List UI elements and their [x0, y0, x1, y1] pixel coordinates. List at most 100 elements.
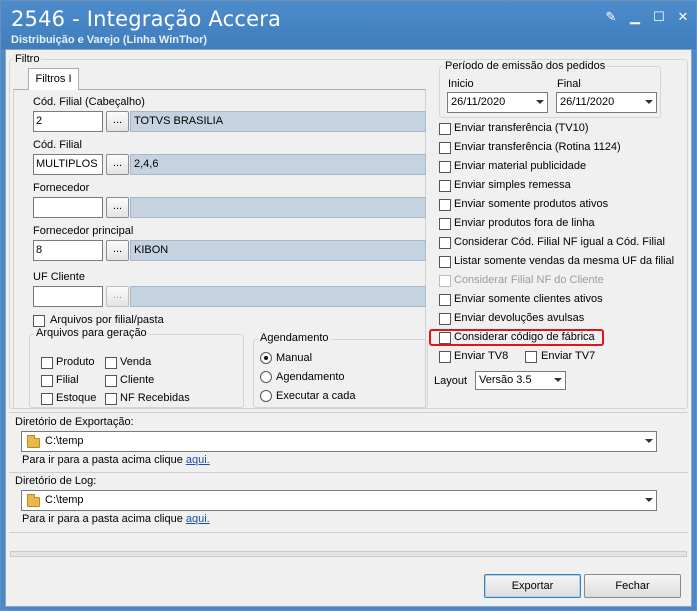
- fornecedor-principal-description: KIBON: [130, 240, 426, 261]
- option-checkbox[interactable]: [439, 218, 451, 230]
- produto-label: Produto: [56, 356, 95, 368]
- option-checkbox[interactable]: [439, 237, 451, 249]
- option-checkbox[interactable]: [439, 123, 451, 135]
- uf-cliente-input[interactable]: [33, 286, 103, 307]
- agendamento-option-label: Agendamento: [276, 371, 345, 383]
- cod-filial-label: Cód. Filial: [33, 139, 82, 151]
- option-label: Enviar transferência (TV10): [454, 122, 589, 134]
- venda-label: Venda: [120, 356, 152, 368]
- final-date-value: 26/11/2020: [560, 96, 615, 108]
- option-checkbox[interactable]: [439, 313, 451, 325]
- export-dir-select[interactable]: C:\temp: [21, 431, 657, 452]
- fornecedor-label: Fornecedor: [33, 182, 90, 194]
- export-dir-hint: Para ir para a pasta acima clique aqui.: [22, 454, 210, 466]
- app-window: 2546 - Integração Accera Distribuição e …: [0, 0, 697, 611]
- divider: [9, 412, 688, 413]
- log-dir-hint-text: Para ir para a pasta acima clique: [22, 513, 183, 525]
- option-checkbox[interactable]: [439, 199, 451, 211]
- fornecedor-lookup-button[interactable]: ...: [106, 197, 129, 218]
- export-dir-label: Diretório de Exportação:: [15, 416, 134, 428]
- fornecedor-principal-input[interactable]: 8: [33, 240, 103, 261]
- arquivos-por-filial-checkbox[interactable]: [33, 315, 45, 327]
- filial-checkbox[interactable]: [41, 375, 53, 387]
- log-dir-hint: Para ir para a pasta acima clique aqui.: [22, 513, 210, 525]
- arquivos-geracao-legend: Arquivos para geração: [34, 327, 149, 339]
- exportar-button[interactable]: Exportar: [484, 574, 581, 598]
- manual-label: Manual: [276, 352, 313, 364]
- option-label: Enviar transferência (Rotina 1124): [454, 141, 621, 153]
- fechar-button[interactable]: Fechar: [584, 574, 681, 598]
- radio-agendamento[interactable]: [260, 371, 272, 383]
- minimize-button[interactable]: ▁: [625, 9, 645, 25]
- option-checkbox[interactable]: [439, 142, 451, 154]
- export-dir-path: C:\temp: [45, 435, 84, 447]
- option-label: Enviar produtos fora de linha: [454, 217, 595, 229]
- tab-filtros-i[interactable]: Filtros I: [28, 68, 79, 90]
- chevron-down-icon: [645, 439, 653, 443]
- window-title: 2546 - Integração Accera: [11, 7, 282, 31]
- option-checkbox[interactable]: [439, 294, 451, 306]
- export-dir-link[interactable]: aqui.: [186, 454, 210, 466]
- divider: [9, 532, 688, 533]
- filtro-legend: Filtro: [13, 53, 42, 65]
- final-date-picker[interactable]: 26/11/2020: [556, 92, 657, 113]
- divider: [9, 472, 688, 473]
- radio-executar-a-cada[interactable]: [260, 390, 272, 402]
- cod-filial-cab-description: TOTVS BRASILIA: [130, 111, 426, 132]
- cod-filial-input[interactable]: MULTIPLOS: [33, 154, 103, 175]
- fornecedor-input[interactable]: [33, 197, 103, 218]
- folder-icon: [27, 435, 40, 448]
- option-checkbox[interactable]: [439, 275, 451, 287]
- fornecedor-description: [130, 197, 426, 218]
- close-button[interactable]: ✕: [673, 9, 693, 25]
- inicio-date-picker[interactable]: 26/11/2020: [447, 92, 548, 113]
- uf-cliente-description: [130, 286, 426, 307]
- inicio-label: Inicio: [448, 78, 474, 90]
- layout-value: Versão 3.5: [479, 374, 532, 386]
- fornecedor-principal-label: Fornecedor principal: [33, 225, 134, 237]
- option-checkbox[interactable]: [439, 180, 451, 192]
- option-label: Listar somente vendas da mesma UF da fil…: [454, 255, 675, 267]
- maximize-button[interactable]: ☐: [649, 9, 669, 25]
- window-subtitle: Distribuição e Varejo (Linha WinThor): [11, 34, 208, 46]
- option-label: Enviar devoluções avulsas: [454, 312, 585, 324]
- export-dir-hint-text: Para ir para a pasta acima clique: [22, 454, 183, 466]
- option-checkbox[interactable]: [439, 161, 451, 173]
- log-dir-link[interactable]: aqui.: [186, 513, 210, 525]
- title-bar: 2546 - Integração Accera Distribuição e …: [1, 1, 696, 49]
- periodo-legend: Período de emissão dos pedidos: [443, 60, 608, 72]
- venda-checkbox[interactable]: [105, 357, 117, 369]
- log-dir-label: Diretório de Log:: [15, 475, 97, 487]
- uf-cliente-lookup-button[interactable]: ...: [106, 286, 129, 307]
- option-label: Enviar material publicidade: [454, 160, 587, 172]
- option-label: Considerar Filial NF do Cliente: [454, 274, 604, 286]
- arquivos-por-filial-label: Arquivos por filial/pasta: [50, 314, 164, 326]
- produto-checkbox[interactable]: [41, 357, 53, 369]
- enviar-tv7-checkbox[interactable]: [525, 351, 537, 363]
- log-dir-select[interactable]: C:\temp: [21, 490, 657, 511]
- agendamento-legend: Agendamento: [258, 332, 331, 344]
- nf-recebidas-checkbox[interactable]: [105, 393, 117, 405]
- edit-icon[interactable]: ✎: [601, 9, 621, 25]
- enviar-tv7-label: Enviar TV7: [541, 350, 596, 362]
- chevron-down-icon: [645, 100, 653, 104]
- enviar-tv8-checkbox[interactable]: [439, 351, 451, 363]
- layout-select[interactable]: Versão 3.5: [475, 371, 566, 390]
- option-checkbox[interactable]: [439, 256, 451, 268]
- radio-manual[interactable]: [260, 352, 272, 364]
- cliente-checkbox[interactable]: [105, 375, 117, 387]
- cod-filial-cab-input[interactable]: 2: [33, 111, 103, 132]
- fornecedor-principal-lookup-button[interactable]: ...: [106, 240, 129, 261]
- option-label: Enviar simples remessa: [454, 179, 571, 191]
- client-area: Filtro Filtros I Cód. Filial (Cabeçalho)…: [5, 49, 692, 607]
- log-dir-path: C:\temp: [45, 494, 84, 506]
- chevron-down-icon: [536, 100, 544, 104]
- cod-filial-description: 2,4,6: [130, 154, 426, 175]
- cod-filial-lookup-button[interactable]: ...: [106, 154, 129, 175]
- cod-filial-cab-lookup-button[interactable]: ...: [106, 111, 129, 132]
- nf-recebidas-label: NF Recebidas: [120, 392, 190, 404]
- chevron-down-icon: [645, 498, 653, 502]
- estoque-checkbox[interactable]: [41, 393, 53, 405]
- highlight-box: [429, 329, 604, 346]
- folder-icon: [27, 494, 40, 507]
